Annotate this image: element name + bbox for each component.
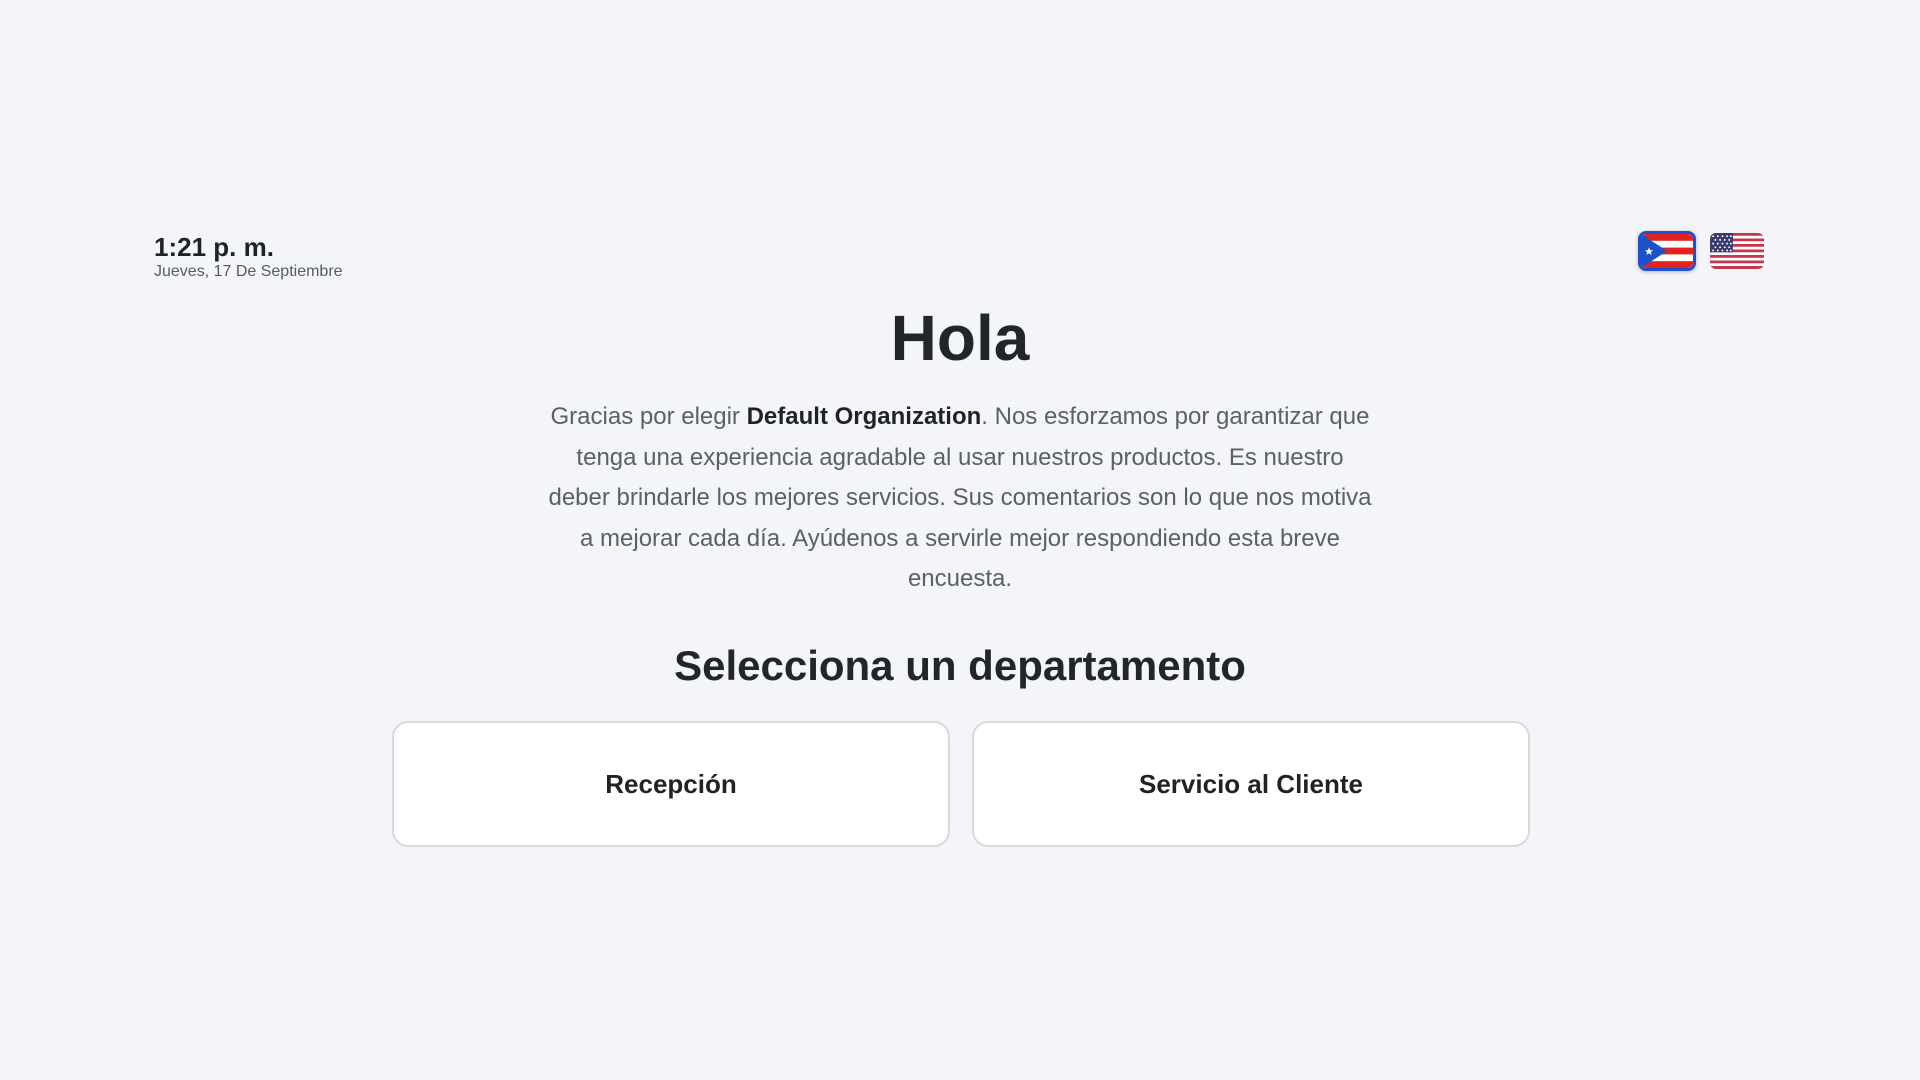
department-card-recepcion[interactable]: Recepción: [392, 721, 950, 847]
intro-text: Gracias por elegir Default Organization.…: [548, 397, 1372, 600]
department-card-label: Recepción: [605, 768, 737, 799]
organization-name: Default Organization: [746, 403, 982, 430]
clock-date: Jueves, 17 De Septiembre: [154, 263, 343, 280]
language-switcher: [1638, 231, 1766, 271]
clock-time: 1:21 p. m.: [154, 232, 274, 262]
intro-text-after: . Nos esforzamos por garantizar que teng…: [548, 403, 1372, 593]
united-states-flag-icon: [1710, 233, 1764, 269]
language-english-button[interactable]: [1708, 231, 1766, 271]
greeting-heading: Hola: [890, 302, 1030, 374]
department-card-servicio-al-cliente[interactable]: Servicio al Cliente: [972, 721, 1530, 847]
department-section-title: Selecciona un departamento: [674, 642, 1246, 689]
clock: 1:21 p. m. Jueves, 17 De Septiembre: [154, 232, 343, 282]
department-card-label: Servicio al Cliente: [1139, 768, 1363, 799]
puerto-rico-flag-icon: [1641, 234, 1693, 268]
department-list: Recepción Servicio al Cliente: [392, 721, 1530, 847]
language-spanish-button[interactable]: [1638, 231, 1696, 271]
intro-text-before: Gracias por elegir: [550, 403, 747, 430]
